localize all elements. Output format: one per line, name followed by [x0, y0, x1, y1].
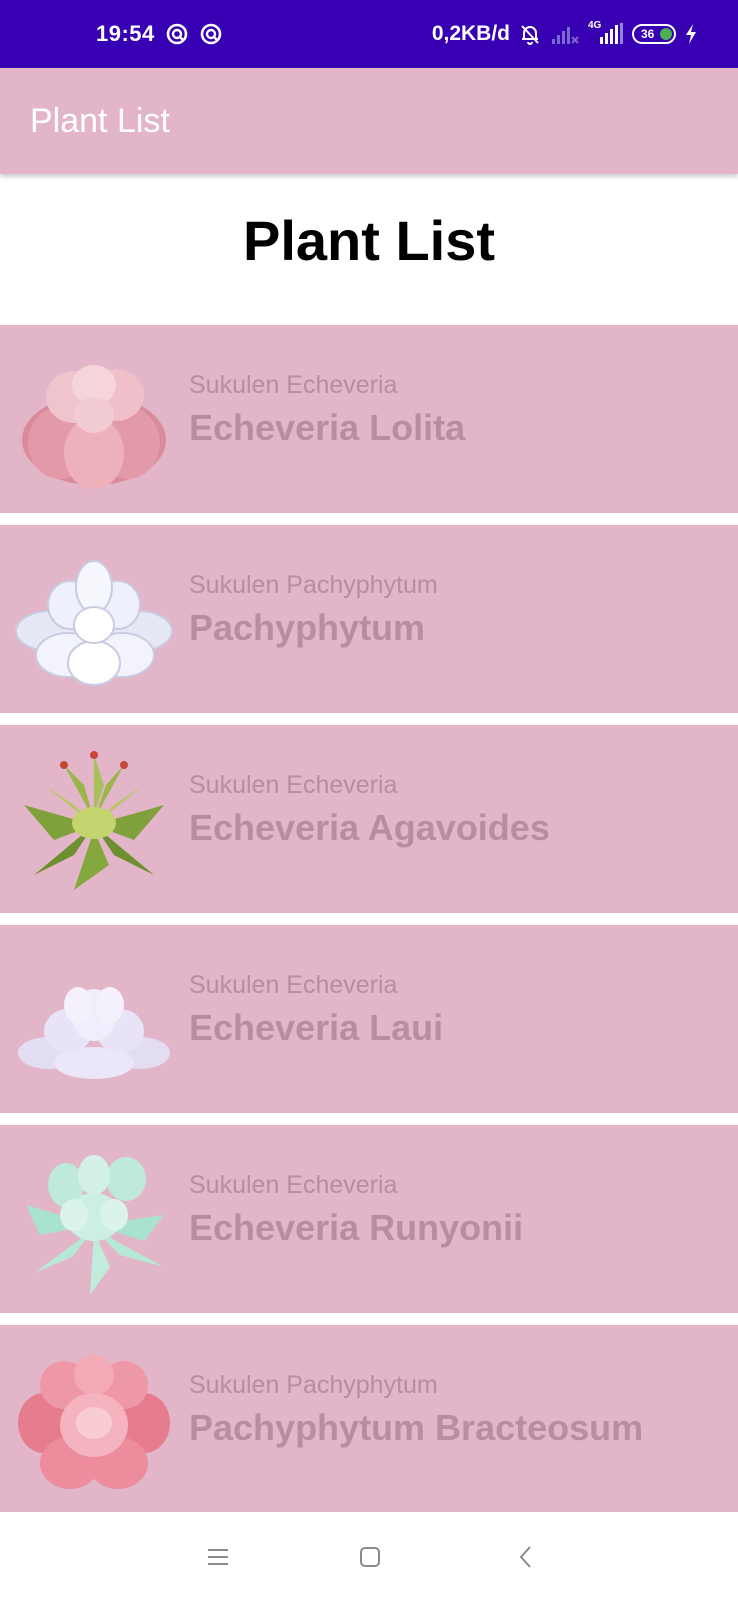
- plant-card[interactable]: Sukulen Echeveria Echeveria Runyonii: [0, 1125, 738, 1313]
- app-bar: Plant List: [0, 68, 738, 174]
- signal-4g-icon: 4G: [588, 20, 624, 46]
- plant-card[interactable]: Sukulen Echeveria Echeveria Laui: [0, 925, 738, 1113]
- mute-bell-icon: [521, 25, 539, 45]
- plant-category: Sukulen Pachyphytum: [189, 571, 438, 599]
- plant-card[interactable]: Sukulen Pachyphytum Pachyphytum: [0, 525, 738, 713]
- status-bar: 19:54 0,2KB/d 4G 36: [0, 0, 738, 68]
- plant-name: Echeveria Lolita: [189, 407, 466, 448]
- echeveria-laui-illustration: [18, 987, 170, 1079]
- pachyphytum-illustration: [15, 560, 173, 686]
- system-nav-bar: [0, 1512, 738, 1600]
- plant-name: Echeveria Runyonii: [189, 1207, 524, 1248]
- home-square-icon[interactable]: [355, 1542, 385, 1572]
- plant-name: Echeveria Agavoides: [189, 807, 550, 848]
- plant-category: Sukulen Echeveria: [189, 771, 398, 799]
- plant-category: Sukulen Echeveria: [189, 371, 398, 399]
- plant-card[interactable]: Sukulen Echeveria Echeveria Lolita: [0, 325, 738, 513]
- menu-icon[interactable]: [203, 1542, 233, 1572]
- pachyphytum-bracteosum-illustration: [18, 1355, 170, 1489]
- plant-category: Sukulen Echeveria: [189, 971, 398, 999]
- status-time: 19:54: [96, 21, 155, 46]
- echeveria-runyonii-illustration: [26, 1155, 164, 1295]
- plant-name: Echeveria Laui: [189, 1007, 444, 1048]
- plant-name: Pachyphytum Bracteosum: [189, 1407, 644, 1448]
- plant-category: Sukulen Pachyphytum: [189, 1371, 438, 1399]
- plant-card[interactable]: Sukulen Pachyphytum Pachyphytum Bracteos…: [0, 1325, 738, 1513]
- echeveria-lolita-illustration: [22, 365, 166, 489]
- back-icon[interactable]: [511, 1542, 541, 1572]
- status-left: 19:54: [96, 0, 223, 68]
- network-speed: 0,2KB/d: [431, 22, 510, 45]
- echeveria-agavoides-illustration: [24, 751, 164, 890]
- app-bar-title: Plant List: [30, 102, 170, 140]
- app-notification-icon: [166, 23, 188, 45]
- battery-icon: 36: [632, 24, 676, 44]
- status-right: 0,2KB/d 4G 36: [432, 0, 698, 68]
- page-title: Plant List: [242, 209, 496, 272]
- app-notification-icon: [200, 23, 222, 45]
- plant-list: Sukulen Echeveria Echeveria Lolita Sukul…: [0, 325, 738, 1525]
- charging-icon: [686, 24, 696, 44]
- plant-card[interactable]: Sukulen Echeveria Echeveria Agavoides: [0, 725, 738, 913]
- plant-category: Sukulen Echeveria: [189, 1171, 398, 1199]
- signal-icon: [552, 27, 579, 44]
- battery-level: 36: [641, 27, 655, 41]
- plant-name: Pachyphytum: [189, 607, 426, 648]
